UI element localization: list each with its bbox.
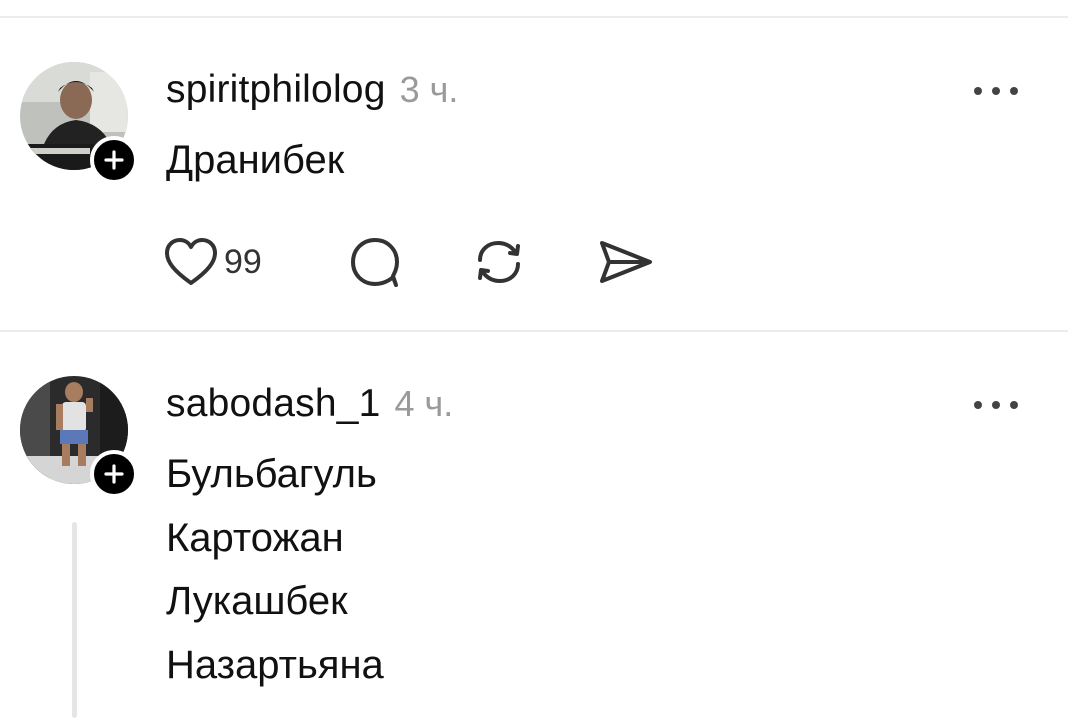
more-dots-icon: [974, 401, 1018, 409]
post-text-line: Назартьяна: [166, 643, 384, 687]
username[interactable]: sabodash_1: [166, 382, 381, 426]
post-header: sabodash_1 4 ч.: [166, 382, 453, 426]
post-2: sabodash_1 4 ч. Бульбагуль Картожан Лука…: [0, 0, 1068, 718]
post-text-line: Лукашбек: [166, 579, 348, 623]
follow-button[interactable]: [90, 450, 138, 498]
avatar-wrap: [20, 376, 138, 498]
post-text-line: Бульбагуль: [166, 452, 377, 496]
thread-line: [72, 522, 77, 718]
post-text-line: Картожан: [166, 516, 344, 560]
plus-icon: [104, 464, 124, 484]
more-button[interactable]: [972, 390, 1022, 420]
post-time: 4 ч.: [394, 383, 454, 424]
